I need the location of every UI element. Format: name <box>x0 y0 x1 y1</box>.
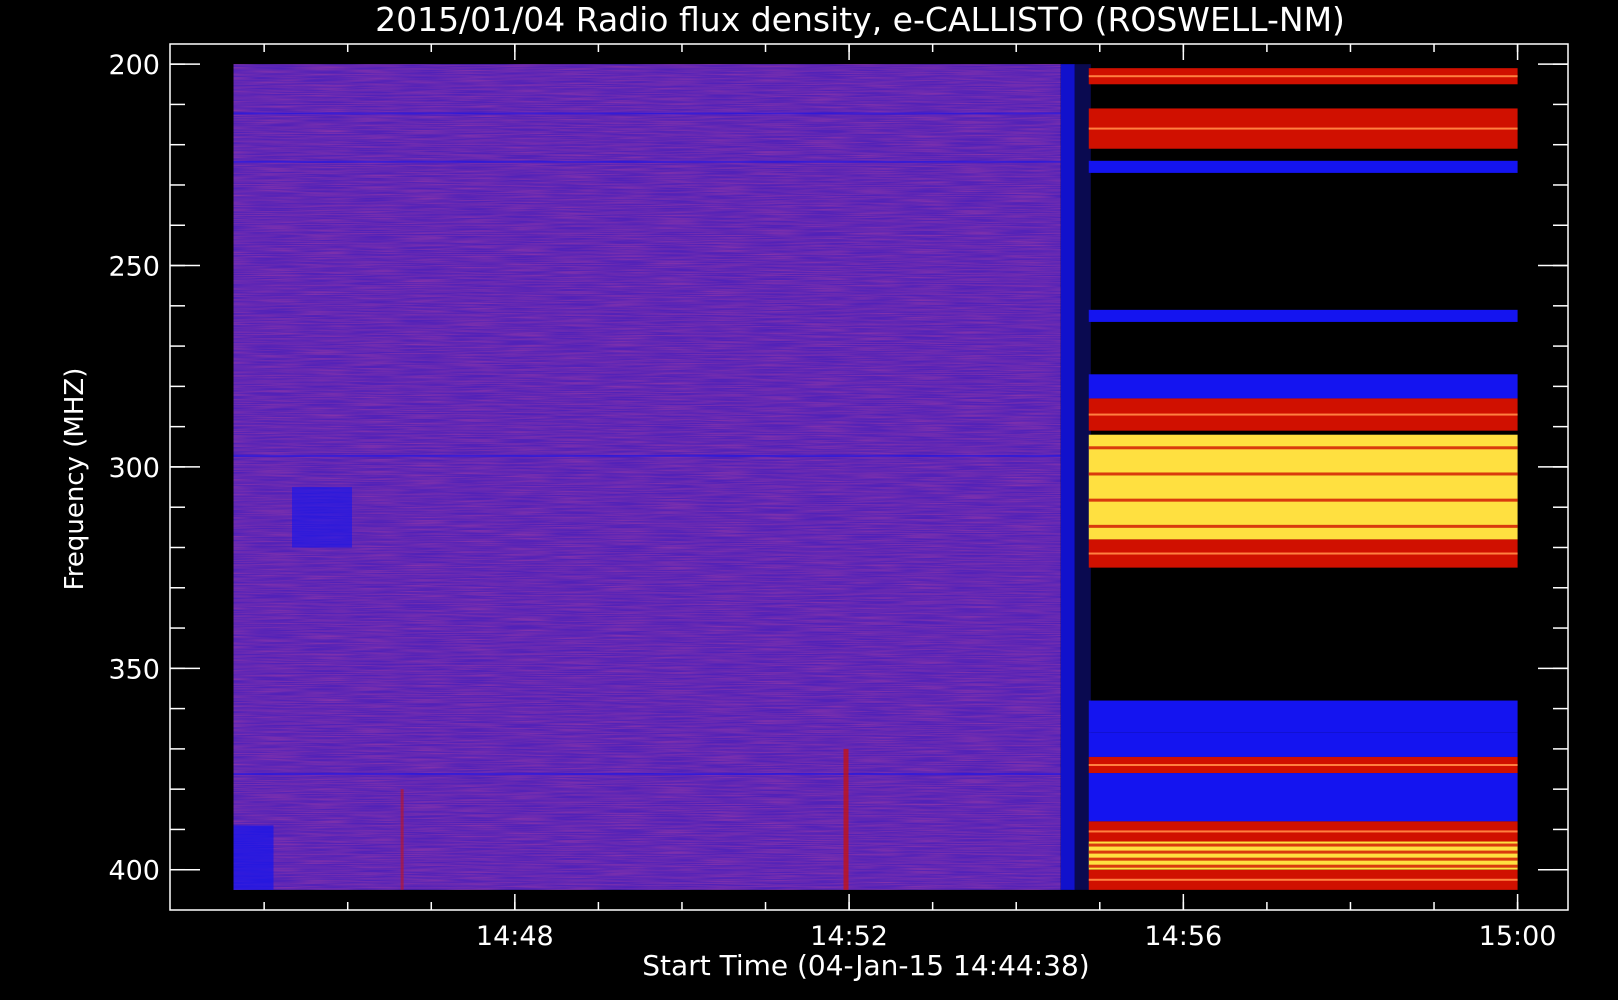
interference-line <box>233 112 1061 115</box>
x-tick-label: 14:52 <box>810 921 888 952</box>
band-stripe <box>1088 843 1518 847</box>
emission-band <box>1088 434 1518 540</box>
y-tick-label: 400 <box>108 856 160 887</box>
emission-band <box>1088 374 1518 399</box>
band-stripe <box>1088 763 1518 766</box>
spectrogram-texture <box>233 64 1061 890</box>
transition-edge <box>1060 64 1075 890</box>
x-tick-label: 14:48 <box>476 921 554 952</box>
low-level-patch <box>233 825 274 890</box>
emission-band <box>1088 732 1518 757</box>
band-stripe <box>1088 878 1518 881</box>
chart-title: 2015/01/04 Radio flux density, e-CALLIST… <box>375 0 1345 39</box>
spectral-streak <box>400 789 404 890</box>
y-tick-label: 200 <box>108 50 160 81</box>
emission-band <box>1088 309 1518 322</box>
plot-area <box>233 64 1518 890</box>
transition-edge <box>1074 64 1091 890</box>
emission-band <box>1088 773 1518 822</box>
band-stripe <box>1088 127 1518 130</box>
spectrogram-chart: 2015/01/04 Radio flux density, e-CALLIST… <box>0 0 1618 1000</box>
y-axis-label: Frequency (MHZ) <box>60 368 90 591</box>
band-stripe <box>1088 446 1518 450</box>
x-axis-label: Start Time (04-Jan-15 14:44:38) <box>642 949 1089 982</box>
x-tick-label: 14:56 <box>1144 921 1222 952</box>
x-tick-label: 15:00 <box>1479 921 1557 952</box>
y-tick-label: 350 <box>108 654 160 685</box>
interference-line <box>233 773 1061 776</box>
band-stripe <box>1088 850 1518 854</box>
band-stripe <box>1088 524 1518 528</box>
band-stripe <box>1088 413 1518 416</box>
band-stripe <box>1088 864 1518 868</box>
band-stripe <box>1088 857 1518 861</box>
low-level-patch <box>292 487 353 548</box>
y-tick-label: 250 <box>108 252 160 283</box>
spectral-streak <box>843 748 849 890</box>
band-stripe <box>1088 472 1518 476</box>
y-tick-label: 300 <box>108 453 160 484</box>
band-stripe <box>1088 498 1518 502</box>
emission-band <box>1088 160 1518 173</box>
band-stripe <box>1088 830 1518 833</box>
band-stripe <box>1088 75 1518 78</box>
band-stripe <box>1088 552 1518 555</box>
emission-band <box>1088 700 1518 733</box>
interference-line <box>233 160 1061 163</box>
interference-line <box>233 454 1061 457</box>
